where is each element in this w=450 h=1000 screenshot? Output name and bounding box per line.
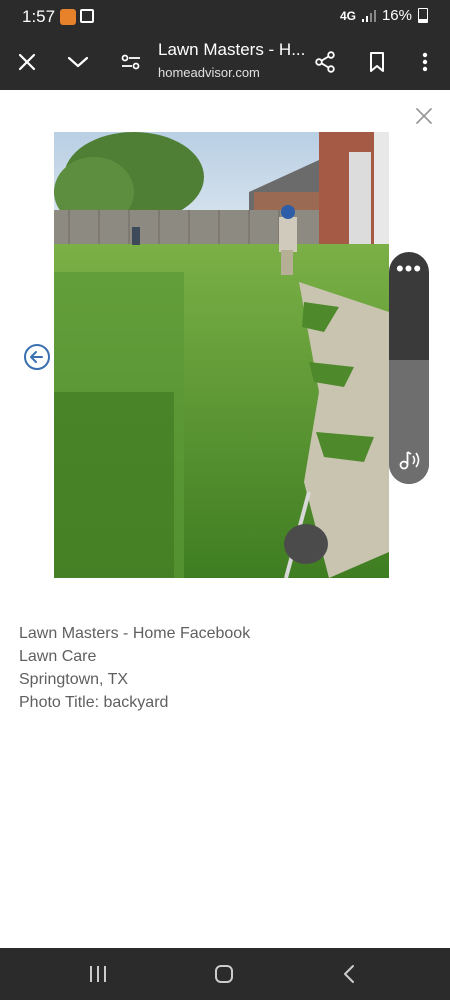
backyard-photo	[54, 132, 389, 578]
signal-icon	[361, 9, 376, 22]
tune-icon[interactable]	[117, 48, 145, 76]
photo-caption: Lawn Masters - Home Facebook Lawn Care S…	[19, 622, 250, 714]
close-icon[interactable]	[13, 48, 41, 76]
caption-business: Lawn Masters - Home Facebook	[19, 625, 251, 642]
more-horiz-icon[interactable]: •••	[389, 258, 429, 280]
notification-app-icon	[60, 9, 76, 25]
chevron-down-icon[interactable]	[64, 48, 92, 76]
edge-panel[interactable]: •••	[389, 252, 429, 484]
status-indicators: 4G 16%	[340, 7, 428, 24]
share-icon[interactable]	[311, 48, 339, 76]
caption-category: Lawn Care	[19, 648, 97, 665]
page-url: homeadvisor.com	[158, 65, 260, 80]
status-time: 1:57	[22, 7, 56, 26]
more-vert-icon[interactable]	[411, 48, 439, 76]
caption-photo-title: Photo Title: backyard	[19, 694, 169, 711]
close-icon[interactable]	[412, 104, 436, 128]
bookmark-icon[interactable]	[363, 48, 391, 76]
caption-location: Springtown, TX	[19, 671, 129, 688]
arrow-left-circle-icon[interactable]	[23, 343, 51, 371]
browser-toolbar: Lawn Masters - H... homeadvisor.com	[0, 34, 450, 90]
audio-icon[interactable]	[395, 448, 423, 472]
status-bar: 1:57 4G 16%	[0, 0, 450, 34]
home-icon[interactable]	[211, 962, 237, 986]
back-icon[interactable]	[337, 962, 363, 986]
battery-percent: 16%	[381, 7, 412, 24]
battery-icon	[418, 8, 428, 23]
gallery-notification-icon	[80, 9, 94, 23]
recent-apps-icon[interactable]	[85, 962, 111, 986]
network-type: 4G	[339, 8, 356, 23]
page-title: Lawn Masters - H...	[158, 40, 306, 59]
navigation-bar	[0, 948, 450, 1000]
